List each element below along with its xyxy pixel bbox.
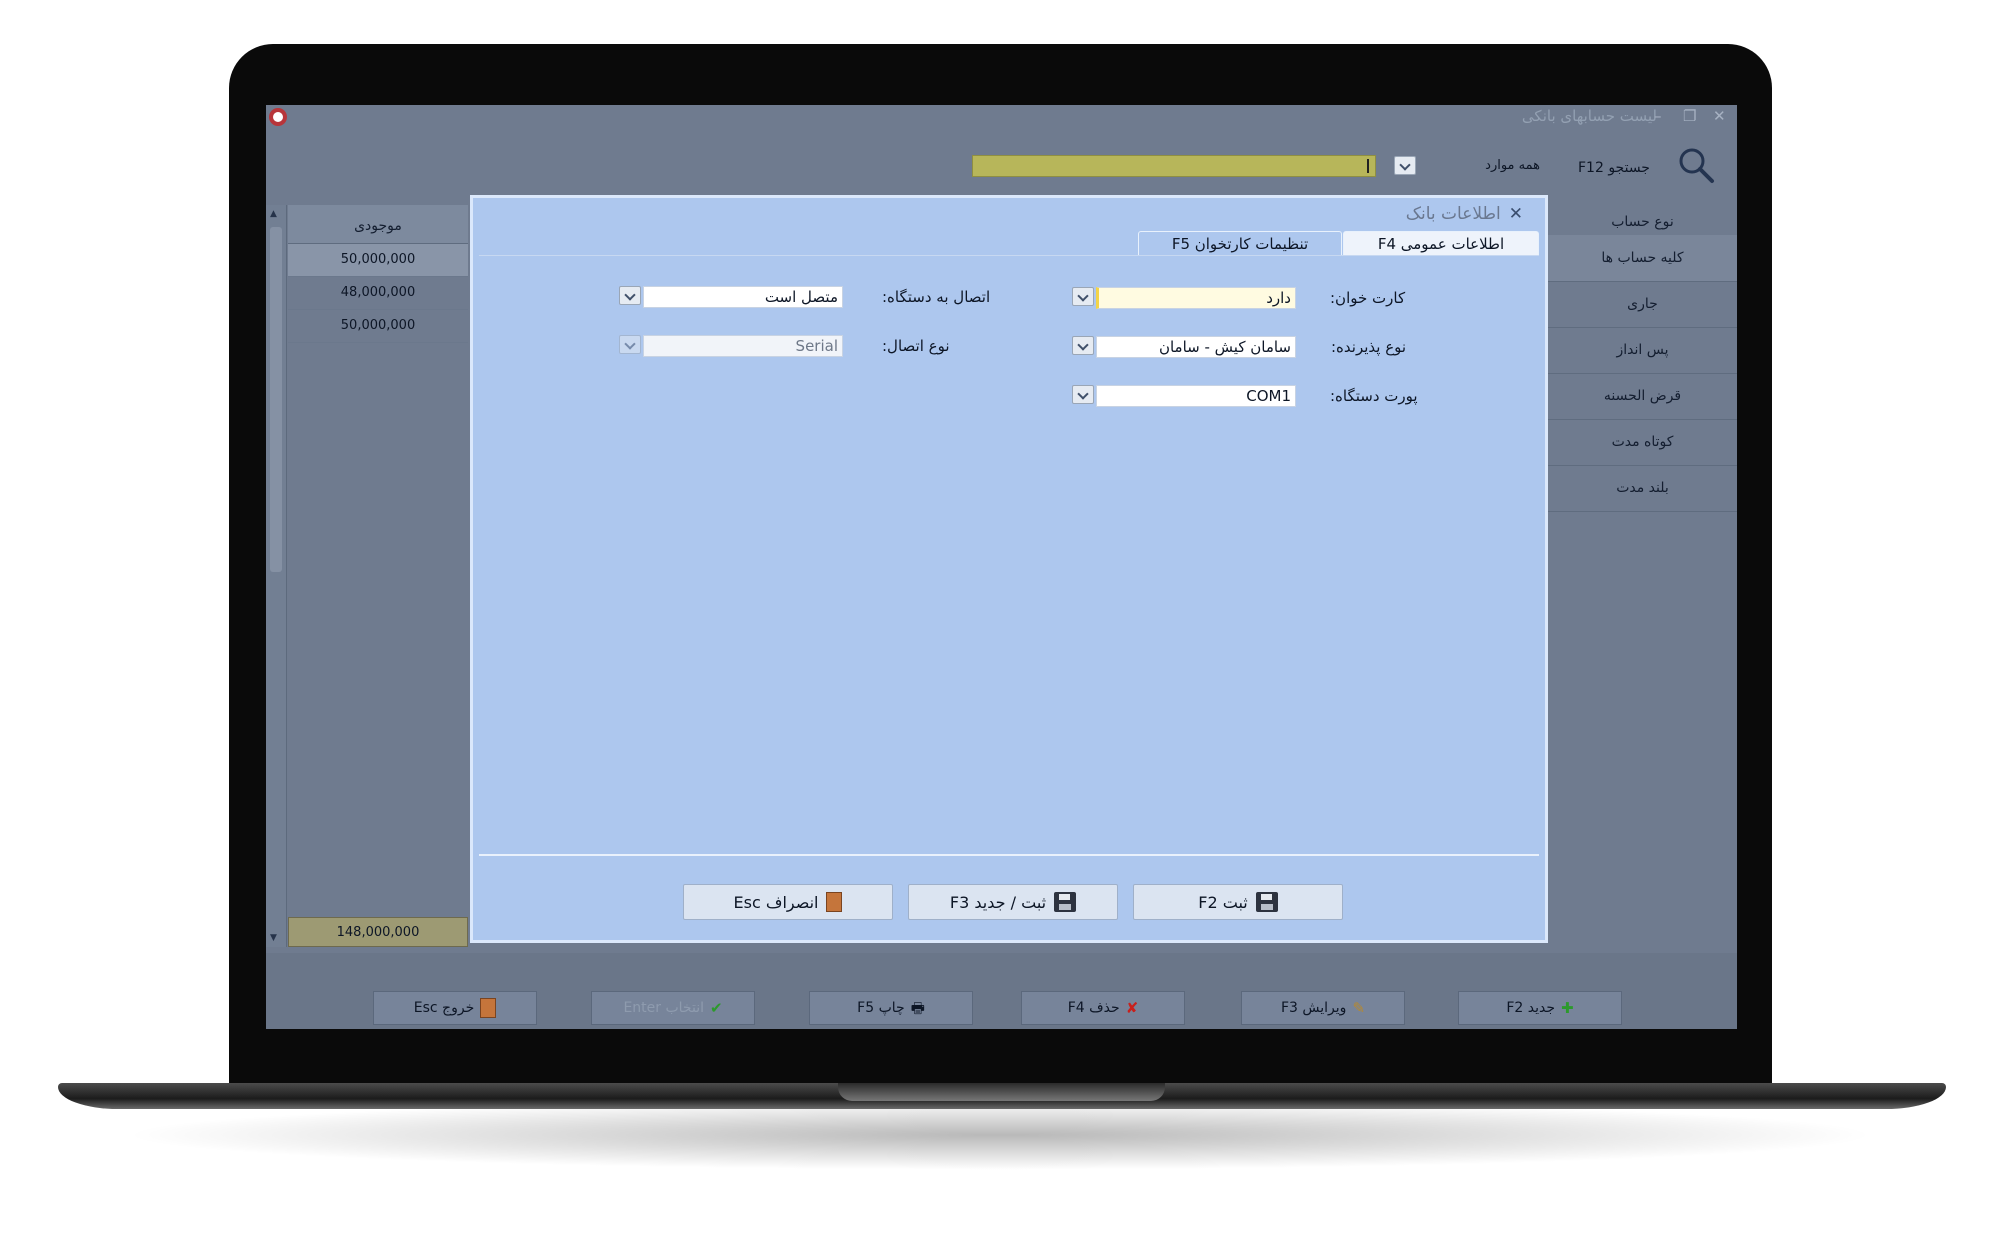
search-input[interactable] xyxy=(972,155,1376,177)
chevron-down-icon[interactable] xyxy=(619,286,641,305)
cancel-button[interactable]: انصراف Esc xyxy=(683,884,893,920)
search-icon[interactable] xyxy=(1676,145,1716,185)
connection-type-label: نوع اتصال: xyxy=(882,337,950,355)
search-filter-select[interactable]: همه موارد xyxy=(1394,155,1544,177)
card-reader-label: کارت خوان: xyxy=(1330,289,1406,307)
device-port-select[interactable]: COM1 xyxy=(1096,385,1296,407)
balance-column-header[interactable]: موجودی xyxy=(288,205,468,244)
save-button[interactable]: ثبت F2 xyxy=(1133,884,1343,920)
laptop-shadow xyxy=(120,1100,1880,1170)
new-button-label: جدید F2 xyxy=(1506,1000,1556,1016)
exit-button-label: خروج Esc xyxy=(413,1000,475,1016)
select-button-label: انتخاب Enter xyxy=(623,1000,704,1016)
account-type-header: نوع حساب xyxy=(1611,214,1674,230)
table-row[interactable]: 48,000,000 xyxy=(288,277,468,310)
connection-type-select: Serial xyxy=(643,335,843,357)
laptop-notch xyxy=(838,1083,1165,1101)
save-button-label: ثبت F2 xyxy=(1198,892,1248,912)
edit-button-label: ویرایش F3 xyxy=(1281,1000,1347,1016)
delete-button-label: حذف F4 xyxy=(1067,1000,1120,1016)
table-row[interactable]: 50,000,000 xyxy=(288,244,468,277)
search-filter-value: همه موارد xyxy=(1485,158,1540,173)
card-reader-select[interactable]: دارد xyxy=(1096,287,1296,309)
dialog-tabs: اطلاعات عمومی F4 تنظیمات کارتخوان F5 xyxy=(479,231,1539,256)
new-button[interactable]: ✚ جدید F2 xyxy=(1458,991,1622,1025)
select-button[interactable]: ✔ انتخاب Enter xyxy=(591,991,755,1025)
device-port-label: پورت دستگاه: xyxy=(1330,387,1418,405)
delete-button[interactable]: ✘ حذف F4 xyxy=(1021,991,1185,1025)
printer-icon: 🖶 xyxy=(910,998,925,1017)
device-connection-label: اتصال به دستگاه: xyxy=(882,288,991,306)
acceptor-type-select[interactable]: سامان کیش - سامان xyxy=(1096,336,1296,358)
screen: لیست حسابهای بانکی – ❐ ✕ جستجو F12 همه م… xyxy=(266,105,1737,1029)
chevron-down-icon[interactable] xyxy=(1072,336,1094,355)
bottom-toolbar: ✚ جدید F2 ✎ ویرایش F3 ✘ حذف F4 🖶 چاپ F5 … xyxy=(266,953,1737,1029)
device-connection-select[interactable]: متصل است xyxy=(643,286,843,308)
print-button-label: چاپ F5 xyxy=(857,1000,905,1016)
search-label: جستجو F12 xyxy=(1578,160,1650,176)
category-item-current[interactable]: جاری xyxy=(1548,281,1737,328)
chevron-down-icon[interactable] xyxy=(1394,156,1416,175)
floppy-disk-icon xyxy=(1255,892,1278,912)
tab-card-reader-settings[interactable]: تنظیمات کارتخوان F5 xyxy=(1138,231,1342,255)
tab-general-info[interactable]: اطلاعات عمومی F4 xyxy=(1343,231,1539,255)
scroll-up-icon[interactable]: ▲ xyxy=(270,209,277,219)
plus-icon: ✚ xyxy=(1561,998,1574,1017)
restore-button[interactable]: ❐ xyxy=(1683,107,1696,125)
category-item-all[interactable]: کلیه حساب ها xyxy=(1548,235,1737,282)
category-item-long-term[interactable]: بلند مدت xyxy=(1548,465,1737,512)
window-close-button[interactable]: ✕ xyxy=(1713,107,1726,125)
acceptor-type-label: نوع پذیرنده: xyxy=(1331,338,1407,356)
floppy-disks-icon xyxy=(1054,892,1077,912)
balance-total: 148,000,000 xyxy=(288,917,468,947)
print-button[interactable]: 🖶 چاپ F5 xyxy=(809,991,973,1025)
table-row[interactable]: 50,000,000 xyxy=(288,310,468,343)
grid-scrollbar[interactable]: ▲ ▼ xyxy=(266,205,287,947)
dialog-title: اطلاعات بانک xyxy=(1405,204,1501,224)
delete-x-icon: ✘ xyxy=(1125,998,1139,1017)
dialog-close-icon[interactable]: ✕ xyxy=(1509,204,1523,224)
bank-info-dialog: ✕ اطلاعات بانک اطلاعات عمومی F4 تنظیمات … xyxy=(470,195,1548,943)
chevron-down-icon xyxy=(619,335,641,354)
edit-button[interactable]: ✎ ویرایش F3 xyxy=(1241,991,1405,1025)
cancel-button-label: انصراف Esc xyxy=(733,892,819,912)
category-item-savings[interactable]: پس انداز xyxy=(1548,327,1737,374)
pencil-icon: ✎ xyxy=(1352,998,1366,1017)
door-icon xyxy=(480,998,497,1018)
window-title: لیست حسابهای بانکی xyxy=(1521,107,1657,125)
app-logo-icon xyxy=(269,108,287,126)
card-reader-panel: کارت خوان: دارد نوع پذیرنده: سامان کیش -… xyxy=(479,255,1539,856)
dialog-title-bar: ✕ اطلاعات بانک xyxy=(1406,204,1523,224)
door-icon xyxy=(826,892,843,912)
category-item-short-term[interactable]: کوتاه مدت xyxy=(1548,419,1737,466)
check-icon: ✔ xyxy=(709,998,723,1017)
save-new-button-label: ثبت / جدید F3 xyxy=(949,892,1047,912)
scroll-thumb[interactable] xyxy=(270,227,282,572)
scroll-down-icon[interactable]: ▼ xyxy=(270,933,277,943)
exit-button[interactable]: خروج Esc xyxy=(373,991,537,1025)
category-item-gharzolhasaneh[interactable]: قرض الحسنه xyxy=(1548,373,1737,420)
save-new-button[interactable]: ثبت / جدید F3 xyxy=(908,884,1118,920)
minimize-button[interactable]: – xyxy=(1654,107,1662,125)
chevron-down-icon[interactable] xyxy=(1072,385,1094,404)
chevron-down-icon[interactable] xyxy=(1072,287,1094,306)
